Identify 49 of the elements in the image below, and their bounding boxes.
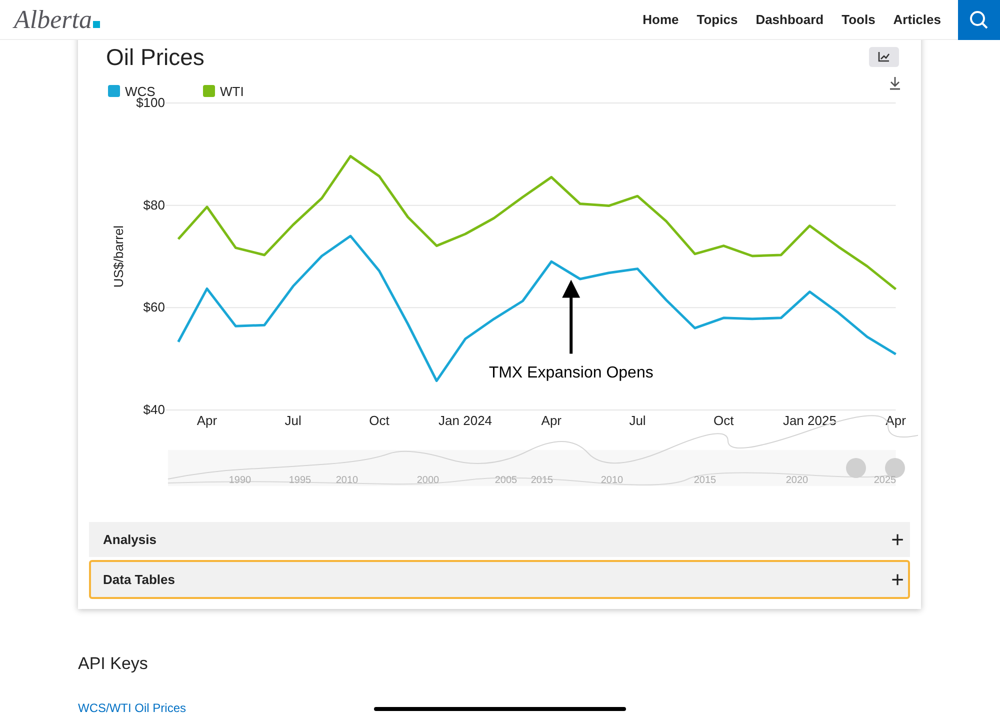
x-tick-label: Oct [369,413,390,428]
navigator-year-label: 1990 [228,475,252,486]
navigator-year-label: 2000 [416,475,440,486]
navigator-year-label: 2020 [786,475,808,486]
navigator-year-label: 2015 [694,475,716,486]
expand-icon: + [891,568,904,590]
x-tick-label: Apr [196,413,218,428]
x-tick-label: Apr [886,413,906,428]
search-button[interactable] [958,0,1000,40]
x-tick-label: Jul [629,413,646,428]
expand-icon: + [891,528,904,550]
card-title: Oil Prices [106,46,204,68]
chart-icon [878,52,890,62]
navigator-year-label: 1995 [288,475,312,486]
section-heading: API Keys [78,653,149,675]
x-tick-label: Oct [713,413,734,428]
accordion-header[interactable]: Analysis + [89,522,910,557]
navigator-year-label: 2010 [336,475,358,486]
section-label: Analysis [103,530,156,549]
y-tick-label: $40 [143,402,165,417]
x-tick-label: Jan 2024 [438,413,492,428]
x-tick-label: Jan 2025 [782,413,836,428]
site-logo[interactable]: Alberta [14,6,92,32]
y-tick-label: $60 [143,300,165,315]
nav-link[interactable]: Topics [696,10,738,30]
y-tick-label: $80 [143,197,165,212]
legend-label[interactable]: WTI [220,84,244,99]
navigator-year-label: 2005 [494,475,518,486]
annotation-label: TMX Expansion Opens [488,364,654,382]
navigator-year-label: 2025 [874,475,896,486]
y-tick-label: $100 [136,95,165,110]
nav-link[interactable]: Dashboard [756,10,824,30]
y-axis-title: US$/barrel [111,225,126,288]
section-label: Data Tables [103,570,176,589]
nav-link[interactable]: Articles [893,10,941,30]
x-tick-label: Apr [541,413,562,428]
chart-view-button[interactable] [869,47,899,67]
x-tick-label: Jul [284,413,302,428]
nav-link[interactable]: Home [642,10,679,30]
download-icon[interactable] [889,76,901,90]
navigator-year-label: 2010 [600,475,624,486]
logo-square-icon [93,21,100,28]
accordion-header[interactable]: Data Tables + [89,560,910,599]
range-handle[interactable] [885,458,905,478]
api-link[interactable]: WCS/WTI Oil Prices [78,698,1000,716]
search-icon [969,10,989,30]
nav-link[interactable]: Tools [842,10,876,30]
range-handle[interactable] [846,458,866,478]
navigator-year-label: 2015 [530,475,554,486]
